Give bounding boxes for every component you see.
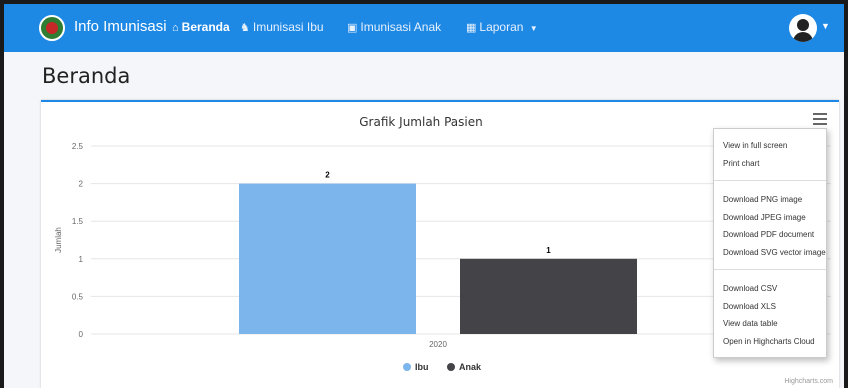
app-window: Info Imunisasi ⌂ Beranda ♞ Imunisasi Ibu ▣… [4,4,844,388]
export-menu: View in full screen Print chart Download… [713,128,827,358]
user-menu-caret-icon[interactable]: ▼ [821,21,830,31]
child-icon: ▣ [347,22,358,34]
data-label: 2 [325,171,330,180]
bar-ibu [239,183,416,334]
y-axis-title: Jumlah [54,227,63,253]
chart-menu-icon[interactable] [813,113,827,125]
brand-title[interactable]: Info Imunisasi [74,18,167,35]
avatar-head [797,19,809,31]
menu-item-svg[interactable]: Download SVG vector image [714,244,826,262]
user-avatar[interactable] [789,14,817,42]
menu-item-full-screen[interactable]: View in full screen [714,137,826,155]
legend-marker [403,363,411,371]
chart-card: Grafik Jumlah Pasien Jumlah 0 0.5 1 1.5 2 2.5… [41,100,839,388]
menu-item-csv[interactable]: Download CSV [714,280,826,298]
data-label: 1 [546,246,551,255]
report-icon: ▦ [466,22,477,34]
menu-divider [714,180,826,181]
x-tick-label: 2020 [429,340,447,349]
nav-item-imunisasi-anak[interactable]: ▣ Imunisasi Anak [347,20,441,34]
menu-item-jpeg[interactable]: Download JPEG image [714,209,826,227]
menu-item-pdf[interactable]: Download PDF document [714,226,826,244]
menu-item-print[interactable]: Print chart [714,155,826,173]
mother-icon: ♞ [240,22,250,34]
nav-item-beranda[interactable]: ⌂ Beranda [172,20,230,34]
menu-divider [714,269,826,270]
legend-item-ibu[interactable]: Ibu [415,362,429,372]
bar-anak [460,258,637,334]
y-tick-label: 1 [79,255,84,264]
chart-title: Grafik Jumlah Pasien [359,115,482,129]
y-tick-label: 1.5 [72,217,84,226]
y-tick-label: 2 [79,180,84,189]
page-title: Beranda [42,64,131,88]
y-tick-label: 2.5 [72,142,84,151]
menu-item-png[interactable]: Download PNG image [714,191,826,209]
chevron-down-icon: ▼ [529,24,538,33]
y-tick-label: 0.5 [72,292,84,301]
nav-item-imunisasi-ibu[interactable]: ♞ Imunisasi Ibu [240,20,324,34]
legend-item-anak[interactable]: Anak [459,362,482,372]
menu-item-xls[interactable]: Download XLS [714,298,826,316]
chart-credits[interactable]: Highcharts.com [784,378,833,385]
top-navbar: Info Imunisasi ⌂ Beranda ♞ Imunisasi Ibu ▣… [4,4,844,52]
menu-item-highcharts-cloud[interactable]: Open in Highcharts Cloud [714,333,826,351]
brand-logo[interactable] [39,15,65,41]
nav-item-laporan[interactable]: ▦ Laporan ▼ [466,20,538,34]
menu-item-data-table[interactable]: View data table [714,315,826,333]
home-icon: ⌂ [172,22,179,34]
y-tick-label: 0 [79,330,84,339]
legend-marker [447,363,455,371]
avatar-body [793,32,813,42]
